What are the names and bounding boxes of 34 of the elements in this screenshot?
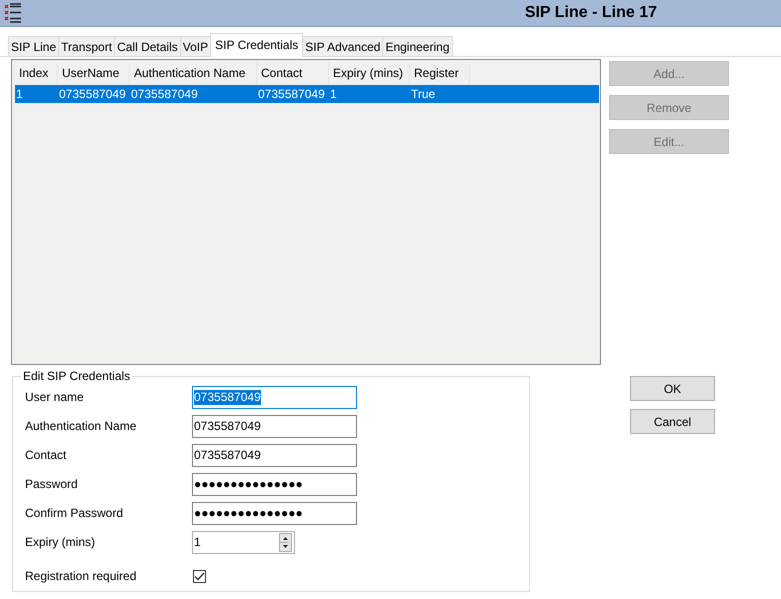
field-label: Confirm Password xyxy=(25,506,124,520)
tab[interactable]: SIP Credentials xyxy=(210,33,304,57)
input-field[interactable]: 0735587049 xyxy=(192,444,357,466)
column-header[interactable]: Expiry (mins) xyxy=(329,62,410,84)
tab[interactable]: SIP Line xyxy=(8,36,60,56)
spin-arrows-icon[interactable] xyxy=(279,532,292,552)
column-header[interactable]: Index xyxy=(15,62,58,84)
checkbox[interactable] xyxy=(193,570,206,582)
input-field[interactable]: 0735587049 xyxy=(192,414,357,438)
column-header[interactable]: Register xyxy=(410,62,470,84)
input-field[interactable]: 0735587049 xyxy=(192,386,357,408)
field-label: Authentication Name xyxy=(25,419,138,433)
table-row[interactable]: 1 0735587049 0735587049 0735587049 1 True xyxy=(15,85,599,103)
tab[interactable]: SIP Advanced xyxy=(302,36,384,56)
list-icon xyxy=(4,3,22,23)
column-header[interactable]: UserName xyxy=(58,62,130,84)
field-label: Contact xyxy=(25,448,68,462)
column-header[interactable]: Authentication Name xyxy=(130,62,257,84)
group-title: Edit SIP Credentials xyxy=(21,369,132,383)
field-label: Expiry (mins) xyxy=(25,535,96,549)
tab[interactable]: Call Details xyxy=(114,36,181,56)
spin-field[interactable]: 1 xyxy=(192,530,295,554)
column-header[interactable]: Contact xyxy=(257,62,329,84)
field-label: Password xyxy=(25,477,79,491)
button[interactable]: Cancel xyxy=(630,409,715,434)
tab[interactable]: VoIP xyxy=(180,36,212,56)
button[interactable]: OK xyxy=(630,376,715,401)
input-field[interactable]: ●●●●●●●●●●●●●●● xyxy=(192,502,357,524)
field-label: User name xyxy=(25,390,85,404)
field-label: Registration required xyxy=(25,569,138,583)
input-field[interactable]: ●●●●●●●●●●●●●●● xyxy=(192,472,357,496)
window-title: SIP Line - Line 17 xyxy=(524,4,658,22)
tab[interactable]: Transport xyxy=(58,36,116,56)
tab[interactable]: Engineering xyxy=(382,36,452,56)
